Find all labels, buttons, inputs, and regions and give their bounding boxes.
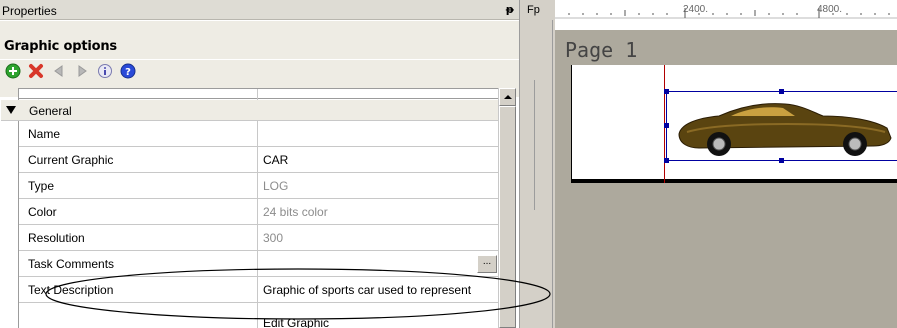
next-icon xyxy=(78,65,87,77)
property-name: Resolution xyxy=(28,231,85,245)
delete-icon xyxy=(29,64,43,78)
scroll-up-button[interactable] xyxy=(499,88,516,106)
delete-button[interactable] xyxy=(27,62,45,80)
property-value[interactable]: CAR xyxy=(263,153,499,167)
vertical-ruler xyxy=(523,20,553,328)
ruler-label: 4800. xyxy=(817,4,843,15)
horizontal-ruler: 2400. 4800. xyxy=(555,0,897,30)
toolbar: ? xyxy=(0,60,137,82)
property-value[interactable]: Graphic of sports car used to represent xyxy=(263,283,499,297)
sports-car-icon xyxy=(678,103,892,156)
ruler-ticks xyxy=(555,8,897,19)
property-value: 300 xyxy=(263,231,284,245)
ellipsis-button[interactable]: ... xyxy=(477,255,497,273)
help-icon: ? xyxy=(120,63,136,79)
properties-panel: Properties ᵽ Graphic options ? General N… xyxy=(0,0,520,328)
add-button[interactable] xyxy=(4,62,22,80)
page-preview-panel: Fp 2400. 4800. Page 1 xyxy=(523,0,897,328)
group-row-general[interactable]: General xyxy=(1,100,499,121)
property-name: Name xyxy=(28,127,61,141)
property-row-name[interactable]: Name xyxy=(19,122,499,147)
property-grid: General Name Current Graphic CAR Type LO… xyxy=(1,88,499,328)
info-button[interactable] xyxy=(96,62,114,80)
fp-label: Fp xyxy=(527,4,540,16)
group-label: General xyxy=(29,104,72,118)
property-name: Current Graphic xyxy=(28,153,114,167)
resize-handle[interactable] xyxy=(664,89,669,94)
previous-button[interactable] xyxy=(50,62,68,80)
resize-handle[interactable] xyxy=(779,89,784,94)
resize-handle[interactable] xyxy=(664,158,669,163)
previous-icon xyxy=(54,65,63,77)
property-row-task-comments[interactable]: Task Comments ... xyxy=(19,252,499,277)
page-title: Page 1 xyxy=(565,38,638,62)
next-button[interactable] xyxy=(73,62,91,80)
resize-handle[interactable] xyxy=(664,123,669,128)
property-value: 24 bits color xyxy=(263,205,328,219)
page xyxy=(571,65,897,183)
graphic-options-header: Graphic options xyxy=(0,21,519,97)
properties-title-bar: Properties ᵽ xyxy=(0,0,519,20)
pin-icon[interactable]: ᵽ xyxy=(506,3,514,16)
collapse-arrow-icon[interactable] xyxy=(6,106,16,114)
property-row-current-graphic[interactable]: Current Graphic CAR xyxy=(19,148,499,173)
canvas-area: Page 1 xyxy=(555,30,897,328)
scroll-thumb[interactable] xyxy=(499,106,516,328)
arrow-up-icon xyxy=(504,95,512,99)
grid-header xyxy=(19,89,499,99)
svg-text:?: ? xyxy=(125,67,131,78)
section-title: Graphic options xyxy=(4,39,117,54)
property-name: Type xyxy=(28,179,55,193)
property-name: Task Comments xyxy=(28,257,115,271)
property-row-type[interactable]: Type LOG xyxy=(19,174,499,199)
property-row-resolution[interactable]: Resolution 300 xyxy=(19,226,499,251)
selected-graphic[interactable] xyxy=(664,89,897,163)
ruler-label: 2400. xyxy=(683,4,709,15)
panel-title: Properties xyxy=(2,4,57,18)
property-row-color[interactable]: Color 24 bits color xyxy=(19,200,499,225)
property-row-text-description[interactable]: Text Description Graphic of sports car u… xyxy=(19,278,499,303)
property-name: Text Description xyxy=(28,283,114,297)
resize-handle[interactable] xyxy=(779,158,784,163)
edit-graphic-link[interactable]: Edit Graphic xyxy=(263,316,329,328)
help-button[interactable]: ? xyxy=(119,62,137,80)
info-icon xyxy=(98,64,112,78)
add-icon xyxy=(5,63,21,79)
property-name: Color xyxy=(28,205,57,219)
vertical-ruler-ticks xyxy=(534,80,542,210)
property-value: LOG xyxy=(263,179,289,193)
vertical-scrollbar[interactable] xyxy=(498,88,516,328)
